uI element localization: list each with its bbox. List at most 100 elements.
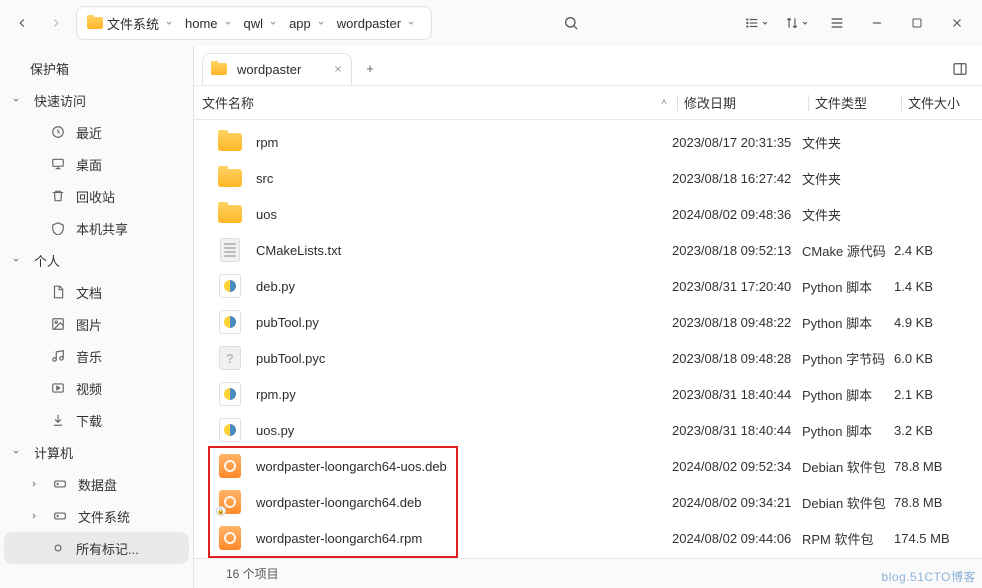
file-row[interactable]: rpm.py2023/08/31 18:40:44Python 脚本2.1 KB [202,376,974,412]
columns-header: 文件名称 ˄ 修改日期 文件类型 文件大小 [194,86,982,120]
sidebar-item[interactable]: 桌面 [4,148,189,180]
side-panel-toggle[interactable] [946,55,974,83]
file-date: 2023/08/31 17:20:40 [672,279,802,294]
file-name: src [256,171,273,186]
file-size: 4.9 KB [894,315,974,330]
file-row[interactable]: CMakeLists.txt2023/08/18 09:52:13CMake 源… [202,232,974,268]
file-date: 2023/08/31 18:40:44 [672,387,802,402]
desktop-icon [50,156,66,172]
disk-icon [52,476,68,492]
file-date: 2024/08/02 09:48:36 [672,207,802,222]
file-row[interactable]: 🔒wordpaster-loongarch64.deb2024/08/02 09… [202,484,974,520]
column-type-header[interactable]: 文件类型 [809,93,901,112]
sidebar-item-safebox[interactable]: 保护箱 [4,52,189,84]
chevron-down-icon [12,256,24,264]
file-row[interactable]: ?pubTool.pyc2023/08/18 09:48:28Python 字节… [202,340,974,376]
breadcrumb-item[interactable]: qwl [240,14,284,33]
file-name: uos.py [256,423,294,438]
file-type: 文件夹 [802,133,894,152]
file-type: Python 脚本 [802,421,894,440]
sidebar-section-header[interactable]: 个人 [4,244,189,276]
file-row[interactable]: rpm 2023/08/17 20:31:35文件夹 [202,124,974,160]
breadcrumb-item[interactable]: home [181,14,238,33]
file-name: wordpaster-loongarch64.rpm [256,531,422,546]
sidebar-item-label: 图片 [76,315,102,334]
sidebar-item[interactable]: 文件系统 [4,500,189,532]
tabbar: wordpaster + [194,46,982,86]
file-size: 174.5 MB [894,531,974,546]
search-button[interactable] [554,6,588,40]
file-type: Debian 软件包 [802,457,894,476]
tab-active[interactable]: wordpaster [202,53,352,85]
file-date: 2023/08/18 09:52:13 [672,243,802,258]
breadcrumb-item[interactable]: app [285,14,331,33]
column-name-header[interactable]: 文件名称 ˄ [194,93,677,112]
file-name: pubTool.py [256,315,319,330]
disk-icon [52,508,68,524]
file-name: CMakeLists.txt [256,243,341,258]
sidebar-item[interactable]: 图片 [4,308,189,340]
file-name: rpm [256,135,278,150]
column-size-header[interactable]: 文件大小 [902,93,982,112]
breadcrumb-label: wordpaster [337,16,401,31]
file-type: 文件夹 [802,169,894,188]
chevron-right-icon [30,480,42,488]
chevron-down-icon [165,19,173,27]
file-row[interactable]: wordpaster-loongarch64-uos.deb2024/08/02… [202,448,974,484]
main: 保护箱 快速访问最近桌面回收站本机共享个人文档图片音乐视频下载计算机数据盘文件系… [0,46,982,588]
file-row[interactable]: uos.py2023/08/31 18:40:44Python 脚本3.2 KB [202,412,974,448]
window-minimize-button[interactable] [860,6,894,40]
sidebar-item[interactable]: 下载 [4,404,189,436]
file-row[interactable]: deb.py2023/08/31 17:20:40Python 脚本1.4 KB [202,268,974,304]
tab-close-button[interactable] [333,64,343,74]
window-maximize-button[interactable] [900,6,934,40]
sort-button[interactable] [780,6,814,40]
file-name: uos [256,207,277,222]
package-file-icon [218,526,242,550]
sidebar-item[interactable]: 最近 [4,116,189,148]
window-close-button[interactable] [940,6,974,40]
file-row[interactable]: uos2024/08/02 09:48:36文件夹 [202,196,974,232]
sidebar-item[interactable]: 本机共享 [4,212,189,244]
column-name-label: 文件名称 [202,93,254,112]
sidebar-item[interactable]: 文档 [4,276,189,308]
sidebar-item[interactable]: 数据盘 [4,468,189,500]
sidebar-item[interactable]: 音乐 [4,340,189,372]
view-mode-button[interactable] [740,6,774,40]
sidebar-item[interactable]: 回收站 [4,180,189,212]
nav-back-button[interactable] [8,9,36,37]
nav-forward-button[interactable] [42,9,70,37]
sidebar-item-label: 音乐 [76,347,102,366]
column-date-header[interactable]: 修改日期 [678,93,808,112]
content: wordpaster + 文件名称 ˄ 修改日期 文件类型 文件大小 [194,46,982,588]
breadcrumb-item[interactable]: 文件系统 [83,12,179,35]
text-file-icon [218,238,242,262]
chevron-down-icon [12,448,24,456]
file-list[interactable]: rpm2023/08/17 20:31:35文件夹src2023/08/18 1… [194,120,982,558]
sidebar-section-header[interactable]: 计算机 [4,436,189,468]
sidebar-item-label: 所有标记... [76,539,139,558]
sidebar-item[interactable]: 视频 [4,372,189,404]
sidebar-section-title: 快速访问 [34,91,86,110]
sidebar-section-title: 个人 [34,251,60,270]
file-row[interactable]: src2023/08/18 16:27:42文件夹 [202,160,974,196]
sidebar-item-label: 文件系统 [78,507,130,526]
file-size: 6.0 KB [894,351,974,366]
sidebar-section-header[interactable]: 快速访问 [4,84,189,116]
sidebar-item-label: 桌面 [76,155,102,174]
menu-button[interactable] [820,6,854,40]
file-type: Debian 软件包 [802,493,894,512]
breadcrumb-item[interactable]: wordpaster [333,14,421,33]
sidebar-item-label: 回收站 [76,187,115,206]
file-date: 2023/08/17 20:31:35 [672,135,802,150]
status-bar: 16 个项目 [194,558,982,588]
python-file-icon [218,382,242,406]
sidebar-item[interactable]: 所有标记... [4,532,189,564]
python-file-icon [218,274,242,298]
file-size: 3.2 KB [894,423,974,438]
file-row[interactable]: pubTool.py2023/08/18 09:48:22Python 脚本4.… [202,304,974,340]
new-tab-button[interactable]: + [356,55,384,83]
file-row[interactable]: wordpaster-loongarch64.rpm2024/08/02 09:… [202,520,974,556]
share-icon [50,220,66,236]
lock-badge-icon: 🔒 [216,506,226,516]
